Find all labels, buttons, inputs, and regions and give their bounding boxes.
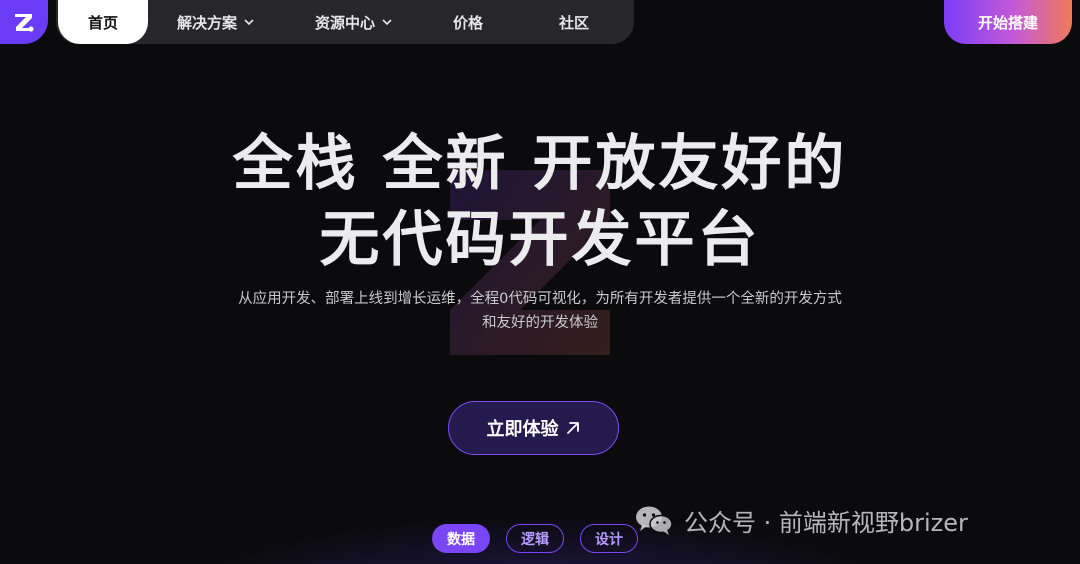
nav-item-home[interactable]: 首页 [58,0,148,44]
nav-item-community-label: 社区 [558,13,589,32]
chevron-down-icon [382,19,392,26]
tab-design-label: 设计 [595,531,623,548]
brand-logo-icon [15,14,34,32]
start-building-button[interactable]: 开始搭建 [944,0,1072,44]
try-now-label: 立即体验 [486,419,559,440]
nav-item-pricing-label: 价格 [452,13,483,32]
tab-logic-label: 逻辑 [521,531,549,548]
nav-item-home-label: 首页 [87,13,118,32]
tab-data[interactable]: 数据 [432,524,490,553]
nav-item-solutions-label: 解决方案 [176,13,237,32]
watermark: 公众号 · 前端新视野brizer [634,502,968,538]
watermark-text: 公众号 · 前端新视野brizer [684,508,968,537]
nav-item-community[interactable]: 社区 [544,0,604,44]
brand-logo-button[interactable] [0,0,48,44]
nav-item-solutions[interactable]: 解决方案 [166,0,266,44]
hero-title-line-2: 无代码开发平台 [319,205,761,275]
wechat-icon [636,506,673,535]
tab-design[interactable]: 设计 [580,524,638,553]
tab-data-label: 数据 [447,531,475,548]
arrow-up-right-icon [566,422,579,434]
chevron-down-icon [244,19,254,26]
tab-logic[interactable]: 逻辑 [506,524,564,553]
landing-page: 首页 解决方案 资源中心 价格 社区 开始搭建 全栈 全新 开放友好的 无代码开… [0,0,1080,564]
nav-item-resources-label: 资源中心 [314,13,375,32]
try-now-button[interactable]: 立即体验 [448,401,619,455]
nav-item-resources[interactable]: 资源中心 [304,0,404,44]
hero-subtitle-line-1: 从应用开发、部署上线到增长运维，全程0代码可视化，为所有开发者提供一个全新的开发… [238,291,842,307]
start-building-label: 开始搭建 [977,13,1038,32]
hero-subtitle-line-2: 和友好的开发体验 [482,315,598,331]
hero-title-line-1: 全栈 全新 开放友好的 [232,129,848,199]
main-nav: 首页 解决方案 资源中心 价格 社区 [56,0,634,44]
nav-item-pricing[interactable]: 价格 [438,0,498,44]
